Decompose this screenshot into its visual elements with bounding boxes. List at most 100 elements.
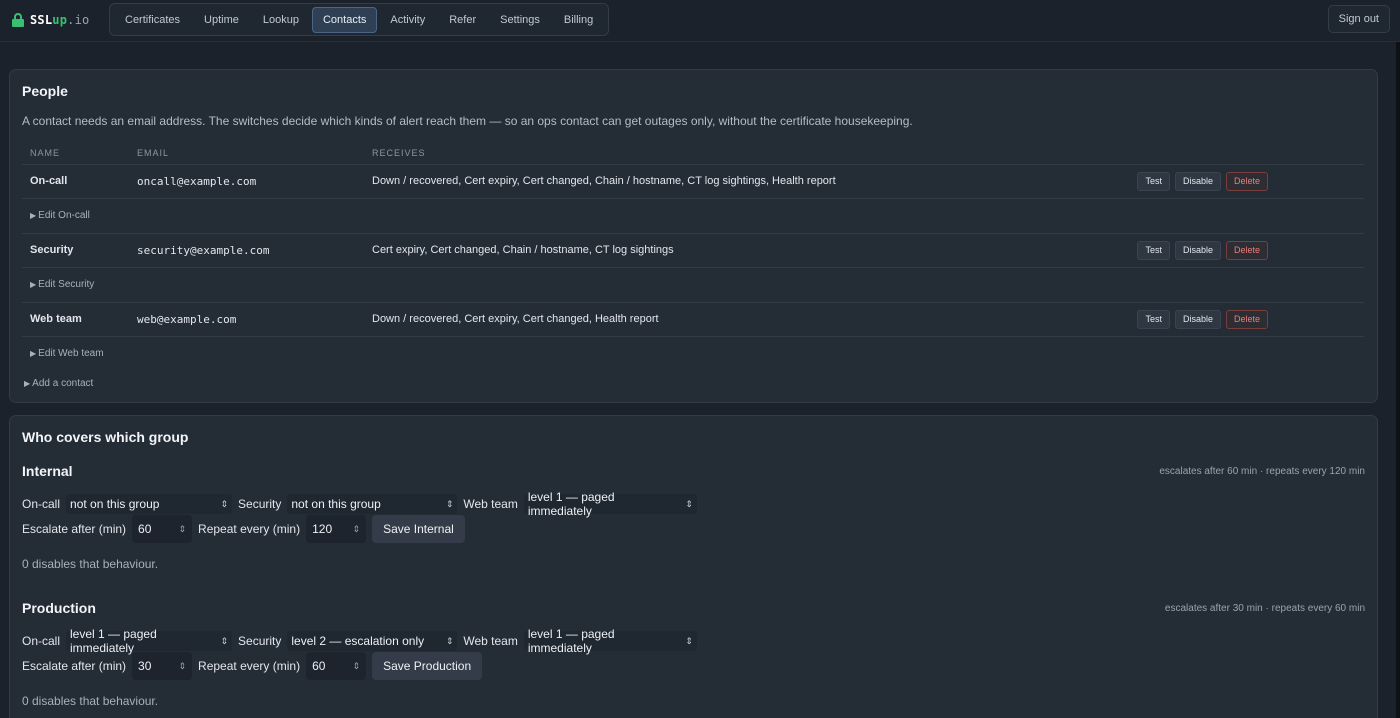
contact-actions: Test Disable Delete: [1031, 163, 1364, 199]
level-select[interactable]: not on this group ⇕: [287, 494, 458, 514]
edit-contact-toggle[interactable]: ▶ Edit On-call: [22, 198, 1364, 233]
repeat-input[interactable]: 120 ⇕: [306, 515, 367, 543]
level-select[interactable]: level 1 — paged immediately ⇕: [66, 627, 233, 655]
level-select[interactable]: level 2 — escalation only ⇕: [287, 631, 458, 651]
nav-item-contacts[interactable]: Contacts: [311, 6, 378, 33]
delete-button[interactable]: Delete: [1225, 240, 1268, 260]
disable-button[interactable]: Disable: [1174, 171, 1221, 191]
nav-item-activity[interactable]: Activity: [379, 7, 436, 33]
updown-icon: ⇕: [445, 635, 454, 646]
contact-email: oncall@example.com: [129, 163, 364, 199]
test-button[interactable]: Test: [1137, 171, 1170, 191]
add-contact-toggle[interactable]: ▶ Add a contact: [24, 378, 93, 389]
column-header-receives: RECEIVES: [372, 147, 426, 158]
groups-title: Who covers which group: [22, 429, 189, 445]
people-title: People: [22, 83, 68, 99]
nav-item-lookup[interactable]: Lookup: [252, 7, 310, 33]
contact-email: web@example.com: [129, 301, 364, 337]
group-assignments: On-call not on this group ⇕ Security not …: [22, 490, 697, 518]
escalate-label: Escalate after (min): [22, 522, 127, 536]
group-assignments: On-call level 1 — paged immediately ⇕ Sec…: [22, 627, 697, 655]
stepper-icon: ⇕: [178, 660, 187, 671]
group-timing: Escalate after (min) 30 ⇕ Repeat every (m…: [22, 652, 483, 680]
save-internal-button[interactable]: Save Internal: [372, 515, 465, 543]
level-select[interactable]: level 1 — paged immediately ⇕: [523, 627, 697, 655]
test-button[interactable]: Test: [1137, 309, 1170, 329]
updown-icon: ⇕: [445, 498, 454, 509]
table-row: On-call oncall@example.com Down / recove…: [22, 163, 1364, 199]
updown-icon: ⇕: [220, 498, 229, 509]
edit-row: ▶ Edit On-call: [22, 198, 1364, 233]
brand-logo[interactable]: SSLup.io: [12, 11, 89, 29]
brand-name: SSLup.io: [30, 13, 90, 27]
nav-item-uptime[interactable]: Uptime: [193, 7, 250, 33]
disable-button[interactable]: Disable: [1174, 240, 1221, 260]
triangle-right-icon: ▶: [30, 280, 37, 289]
save-production-button[interactable]: Save Production: [372, 652, 483, 680]
edit-contact-toggle[interactable]: ▶ Edit Web team: [22, 336, 1364, 371]
repeat-label: Repeat every (min): [198, 522, 301, 536]
group-title-production: Production: [22, 600, 96, 616]
contact-email: security@example.com: [129, 232, 364, 268]
groups-card: Who covers which group Internal escalate…: [9, 415, 1378, 718]
assignment-label: On-call: [22, 497, 61, 511]
assignment-label: On-call: [22, 634, 61, 648]
sign-out-button[interactable]: Sign out: [1327, 5, 1390, 33]
lock-icon: [12, 13, 24, 27]
assignment-label: Security: [238, 497, 282, 511]
triangle-right-icon: ▶: [30, 211, 37, 220]
page-scrollbar[interactable]: [1396, 42, 1400, 718]
group-title-internal: Internal: [22, 463, 73, 479]
updown-icon: ⇕: [220, 635, 229, 646]
contact-actions: Test Disable Delete: [1031, 301, 1364, 337]
nav-item-refer[interactable]: Refer: [438, 7, 487, 33]
edit-row: ▶ Edit Web team: [22, 336, 1364, 371]
assignment-label: Security: [238, 634, 282, 648]
people-card: People A contact needs an email address.…: [9, 69, 1378, 403]
nav-item-certificates[interactable]: Certificates: [114, 7, 191, 33]
repeat-input[interactable]: 60 ⇕: [306, 652, 367, 680]
test-button[interactable]: Test: [1137, 240, 1170, 260]
level-select[interactable]: not on this group ⇕: [66, 494, 233, 514]
delete-button[interactable]: Delete: [1225, 171, 1268, 191]
edit-contact-toggle[interactable]: ▶ Edit Security: [22, 267, 1364, 302]
edit-row: ▶ Edit Security: [22, 267, 1364, 302]
delete-button[interactable]: Delete: [1225, 309, 1268, 329]
disable-note: 0 disables that behaviour.: [22, 557, 159, 571]
updown-icon: ⇕: [685, 498, 693, 509]
group-timing: Escalate after (min) 60 ⇕ Repeat every (m…: [22, 515, 465, 543]
contact-actions: Test Disable Delete: [1031, 232, 1364, 268]
disable-button[interactable]: Disable: [1174, 309, 1221, 329]
assignment-label: Web team: [463, 497, 518, 511]
assignment-label: Web team: [463, 634, 518, 648]
stepper-icon: ⇕: [352, 523, 361, 534]
column-header-email: EMAIL: [137, 147, 170, 158]
contact-name: On-call: [22, 163, 129, 199]
contacts-table: NAME EMAIL RECEIVES On-call oncall@examp…: [22, 142, 1364, 371]
nav-item-settings[interactable]: Settings: [489, 7, 551, 33]
escalate-label: Escalate after (min): [22, 659, 127, 673]
table-header: NAME EMAIL RECEIVES: [22, 142, 1364, 164]
level-select[interactable]: level 1 — paged immediately ⇕: [523, 490, 697, 518]
group-meta-production: escalates after 30 min · repeats every 6…: [1164, 603, 1365, 614]
repeat-label: Repeat every (min): [198, 659, 301, 673]
main-nav: Certificates Uptime Lookup Contacts Acti…: [109, 3, 610, 36]
stepper-icon: ⇕: [178, 523, 187, 534]
table-row: Web team web@example.com Down / recovere…: [22, 301, 1364, 337]
column-header-name: NAME: [30, 147, 61, 158]
contact-receives: Cert expiry, Cert changed, Chain / hostn…: [364, 232, 1032, 268]
people-intro: A contact needs an email address. The sw…: [22, 114, 913, 128]
contact-name: Web team: [22, 301, 129, 337]
table-row: Security security@example.com Cert expir…: [22, 232, 1364, 268]
top-bar: SSLup.io Certificates Uptime Lookup Cont…: [0, 0, 1400, 42]
nav-item-billing[interactable]: Billing: [553, 7, 604, 33]
escalate-input[interactable]: 60 ⇕: [132, 515, 193, 543]
contact-name: Security: [22, 232, 129, 268]
group-meta-internal: escalates after 60 min · repeats every 1…: [1159, 466, 1365, 477]
escalate-input[interactable]: 30 ⇕: [132, 652, 193, 680]
stepper-icon: ⇕: [352, 660, 361, 671]
disable-note: 0 disables that behaviour.: [22, 694, 159, 708]
contact-receives: Down / recovered, Cert expiry, Cert chan…: [364, 163, 1032, 199]
updown-icon: ⇕: [685, 635, 693, 646]
contact-receives: Down / recovered, Cert expiry, Cert chan…: [364, 301, 1032, 337]
